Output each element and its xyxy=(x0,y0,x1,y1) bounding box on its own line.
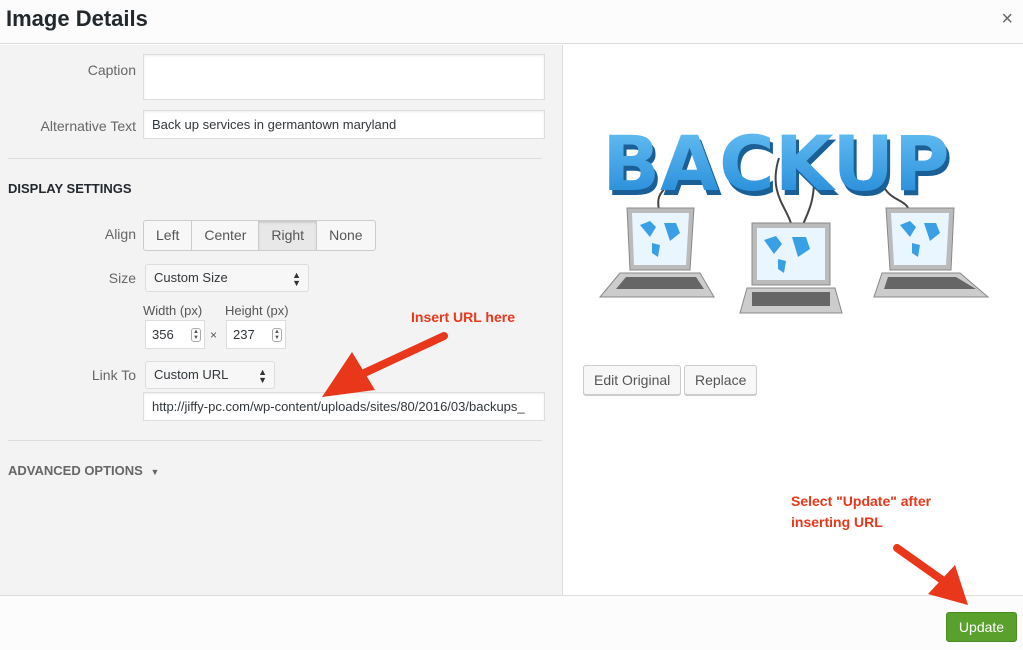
alt-text-label: Alternative Text xyxy=(40,118,136,134)
replace-button[interactable]: Replace xyxy=(684,365,758,395)
laptop-icon xyxy=(739,222,843,314)
width-label: Width (px) xyxy=(143,303,203,318)
caret-down-icon: ▼ xyxy=(150,467,160,477)
align-left-button[interactable]: Left xyxy=(143,220,193,251)
close-icon[interactable]: × xyxy=(1001,8,1013,31)
modal-header: Image Details × xyxy=(0,0,1023,44)
image-preview: BACKUP BACKUP xyxy=(598,119,990,314)
select-update-annotation-line2: inserting URL xyxy=(791,514,883,530)
height-value: 237 xyxy=(233,327,255,342)
height-input[interactable]: 237 ▲ ▼ xyxy=(226,320,286,349)
align-button-group: Left Center Right None xyxy=(143,220,376,251)
caption-field[interactable] xyxy=(143,54,545,100)
advanced-options-label: ADVANCED OPTIONS xyxy=(8,463,143,478)
insert-url-annotation: Insert URL here xyxy=(411,309,515,325)
select-update-annotation-line1: Select "Update" after xyxy=(791,493,932,509)
align-label: Align xyxy=(104,226,136,242)
select-arrows-icon: ▲ ▼ xyxy=(258,367,267,385)
advanced-options-toggle[interactable]: ADVANCED OPTIONS ▼ xyxy=(8,463,159,478)
display-settings-heading: DISPLAY SETTINGS xyxy=(8,181,132,196)
times-symbol: × xyxy=(210,328,218,342)
width-value: 356 xyxy=(152,327,174,342)
alt-text-field[interactable]: Back up services in germantown maryland xyxy=(143,110,545,139)
modal-footer xyxy=(0,595,1023,650)
caption-label: Caption xyxy=(87,62,136,78)
link-to-select[interactable]: Custom URL ▲ ▼ xyxy=(145,361,275,389)
link-to-select-value: Custom URL xyxy=(154,367,229,382)
spinner-icon[interactable]: ▲ ▼ xyxy=(272,328,282,342)
laptop-icon xyxy=(598,207,715,298)
link-to-label: Link To xyxy=(91,367,136,383)
laptop-icon xyxy=(873,207,990,298)
size-label: Size xyxy=(108,270,136,286)
logo-text: BACKUP xyxy=(602,119,950,208)
divider xyxy=(8,158,542,159)
width-input[interactable]: 356 ▲ ▼ xyxy=(145,320,205,349)
custom-url-field[interactable]: http://jiffy-pc.com/wp-content/uploads/s… xyxy=(143,392,545,421)
align-none-button[interactable]: None xyxy=(316,220,376,251)
preview-panel: BACKUP BACKUP Edit Original Replace xyxy=(564,45,1023,595)
align-right-button[interactable]: Right xyxy=(258,220,318,251)
select-arrows-icon: ▲ ▼ xyxy=(292,270,301,288)
height-label: Height (px) xyxy=(225,303,289,318)
edit-original-button[interactable]: Edit Original xyxy=(583,365,682,395)
align-center-button[interactable]: Center xyxy=(191,220,260,251)
divider xyxy=(8,440,542,441)
page-title: Image Details xyxy=(6,6,148,31)
size-select-value: Custom Size xyxy=(154,270,228,285)
update-button[interactable]: Update xyxy=(946,612,1017,642)
size-select[interactable]: Custom Size ▲ ▼ xyxy=(145,264,309,292)
spinner-icon[interactable]: ▲ ▼ xyxy=(191,328,201,342)
